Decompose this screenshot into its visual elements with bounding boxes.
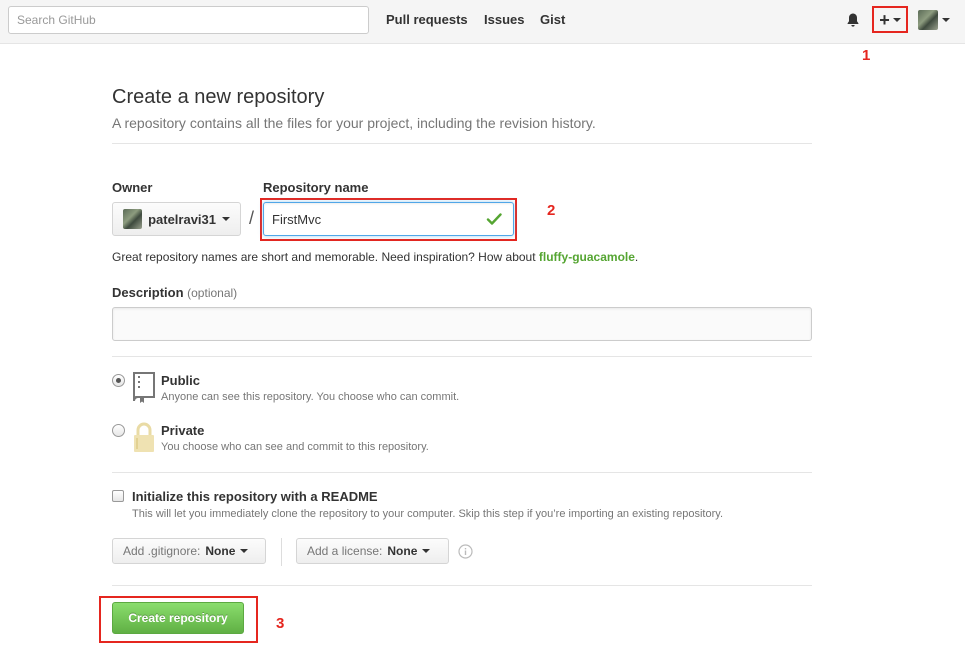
caret-down-icon bbox=[240, 549, 249, 553]
hint-suffix: . bbox=[634, 250, 639, 264]
license-select[interactable]: Add a license: None bbox=[296, 538, 449, 564]
owner-select[interactable]: patelravi31 bbox=[112, 202, 241, 236]
new-menu-button[interactable]: + bbox=[872, 6, 908, 33]
readme-note: This will let you immediately clone the … bbox=[132, 508, 723, 520]
private-note: You choose who can see and commit to thi… bbox=[161, 441, 429, 453]
hint-text: Great repository names are short and mem… bbox=[112, 250, 539, 264]
description-input[interactable] bbox=[112, 307, 812, 341]
top-header: Pull requests Issues Gist + bbox=[0, 0, 965, 44]
gitignore-label: Add .gitignore: bbox=[123, 544, 201, 558]
annotation-2: 2 bbox=[547, 202, 556, 219]
plus-icon: + bbox=[879, 9, 890, 30]
lock-icon bbox=[134, 422, 154, 452]
repo-name-hint: Great repository names are short and mem… bbox=[112, 250, 638, 264]
owner-label: Owner bbox=[112, 180, 153, 195]
nav-pull-requests[interactable]: Pull requests bbox=[386, 12, 468, 27]
annotation-3: 3 bbox=[276, 615, 285, 632]
page-title: Create a new repository bbox=[112, 86, 325, 108]
public-radio[interactable] bbox=[112, 374, 125, 387]
caret-down-icon bbox=[892, 17, 901, 22]
avatar bbox=[918, 10, 938, 30]
license-value: None bbox=[387, 544, 418, 558]
private-title: Private bbox=[161, 423, 205, 438]
select-separator bbox=[281, 538, 282, 566]
caret-down-icon bbox=[942, 18, 950, 22]
name-suggestion-link[interactable]: fluffy-guacamole bbox=[539, 250, 635, 264]
owner-repo-separator: / bbox=[249, 208, 255, 228]
description-optional-note: (optional) bbox=[187, 286, 238, 300]
readme-title: Initialize this repository with a README bbox=[132, 489, 378, 504]
divider bbox=[112, 585, 812, 586]
public-title: Public bbox=[161, 373, 201, 388]
user-menu[interactable] bbox=[918, 10, 950, 30]
description-label-text: Description bbox=[112, 285, 184, 300]
bell-icon[interactable] bbox=[845, 12, 861, 28]
owner-name: patelravi31 bbox=[148, 211, 216, 227]
divider bbox=[112, 356, 812, 357]
public-note: Anyone can see this repository. You choo… bbox=[161, 391, 460, 403]
caret-down-icon bbox=[222, 217, 230, 221]
gitignore-value: None bbox=[205, 544, 236, 558]
nav-gist[interactable]: Gist bbox=[540, 12, 565, 27]
private-radio[interactable] bbox=[112, 424, 125, 437]
page-subtitle: A repository contains all the files for … bbox=[112, 115, 596, 131]
annotation-1: 1 bbox=[862, 47, 871, 64]
caret-down-icon bbox=[422, 549, 431, 553]
search-input[interactable] bbox=[8, 6, 369, 34]
avatar bbox=[123, 209, 143, 229]
repo-book-icon bbox=[133, 372, 155, 403]
gitignore-select[interactable]: Add .gitignore: None bbox=[112, 538, 266, 564]
repo-name-input[interactable] bbox=[263, 202, 514, 236]
divider bbox=[112, 143, 812, 144]
check-icon bbox=[486, 213, 502, 225]
repo-name-label: Repository name bbox=[263, 180, 369, 195]
nav-issues[interactable]: Issues bbox=[484, 12, 524, 27]
create-repository-button[interactable]: Create repository bbox=[112, 602, 244, 634]
description-label: Description (optional) bbox=[112, 285, 237, 300]
readme-checkbox[interactable] bbox=[112, 490, 124, 502]
license-label: Add a license: bbox=[307, 544, 383, 558]
divider bbox=[112, 472, 812, 473]
info-icon[interactable] bbox=[458, 544, 473, 559]
